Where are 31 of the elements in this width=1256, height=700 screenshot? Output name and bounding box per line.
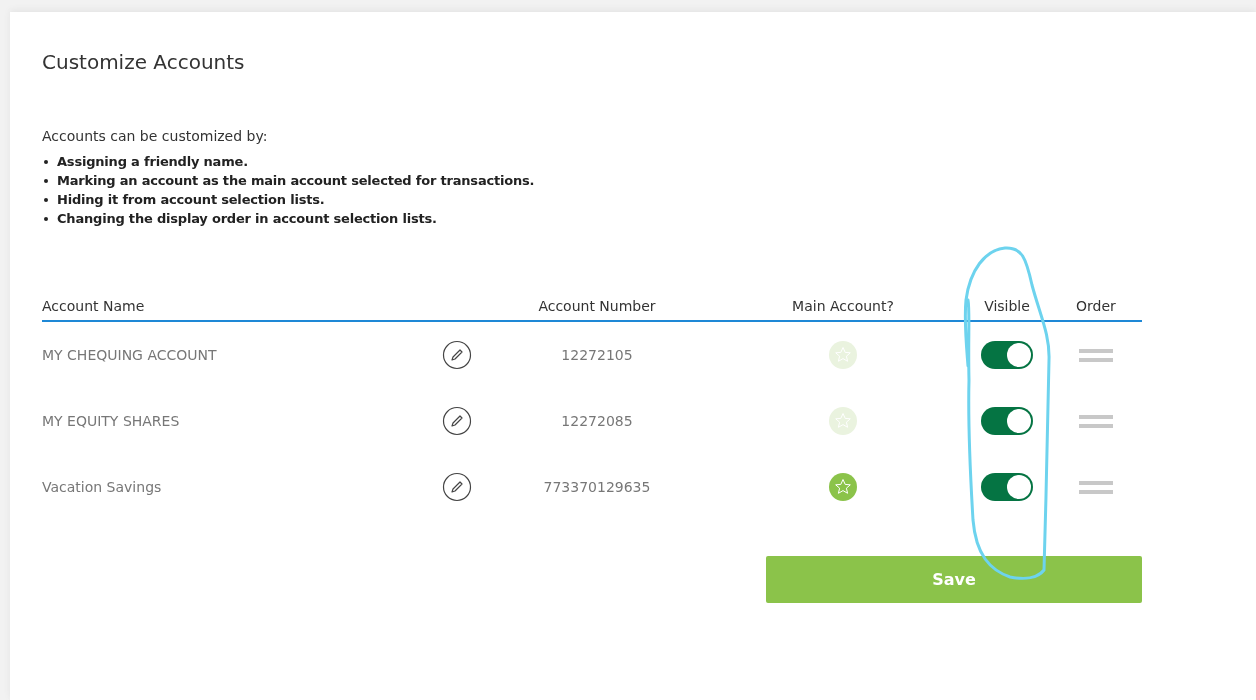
edit-icon[interactable] [442, 472, 472, 502]
visible-toggle[interactable] [981, 341, 1033, 369]
column-header: Account Name [42, 298, 146, 314]
bullet-text: Changing the display order in account selection lists. [57, 211, 437, 226]
bullet-text: Hiding it from account selection lists. [57, 192, 325, 207]
visible-toggle[interactable] [981, 407, 1033, 435]
account-number: 12272085 [560, 413, 634, 429]
save-button[interactable]: Save [766, 556, 1142, 603]
column-header: Main Account? [791, 298, 895, 314]
drag-handle-icon[interactable] [1079, 480, 1113, 494]
account-name: Vacation Savings [42, 479, 163, 495]
account-name: MY CHEQUING ACCOUNT [42, 347, 218, 363]
column-header: Account Number [537, 298, 657, 314]
intro-text: Accounts can be customized by: [42, 128, 269, 144]
bullet-icon [44, 216, 48, 221]
bullet-icon [44, 159, 48, 164]
drag-handle-icon[interactable] [1079, 414, 1113, 428]
edit-icon[interactable] [442, 406, 472, 436]
bullet-icon [44, 178, 48, 183]
column-header: Order [1075, 298, 1117, 314]
account-number: 773370129635 [542, 479, 652, 495]
column-header: Visible [983, 298, 1031, 314]
visible-toggle[interactable] [981, 473, 1033, 501]
account-number: 12272105 [560, 347, 634, 363]
bullet-icon [44, 197, 48, 202]
drag-handle-icon[interactable] [1079, 348, 1113, 362]
edit-icon[interactable] [442, 340, 472, 370]
page-title: Customize Accounts [42, 49, 246, 76]
bullet-text: Assigning a friendly name. [57, 154, 248, 169]
account-name: MY EQUITY SHARES [42, 413, 181, 429]
bullet-text: Marking an account as the main account selected for transactions. [57, 173, 535, 188]
